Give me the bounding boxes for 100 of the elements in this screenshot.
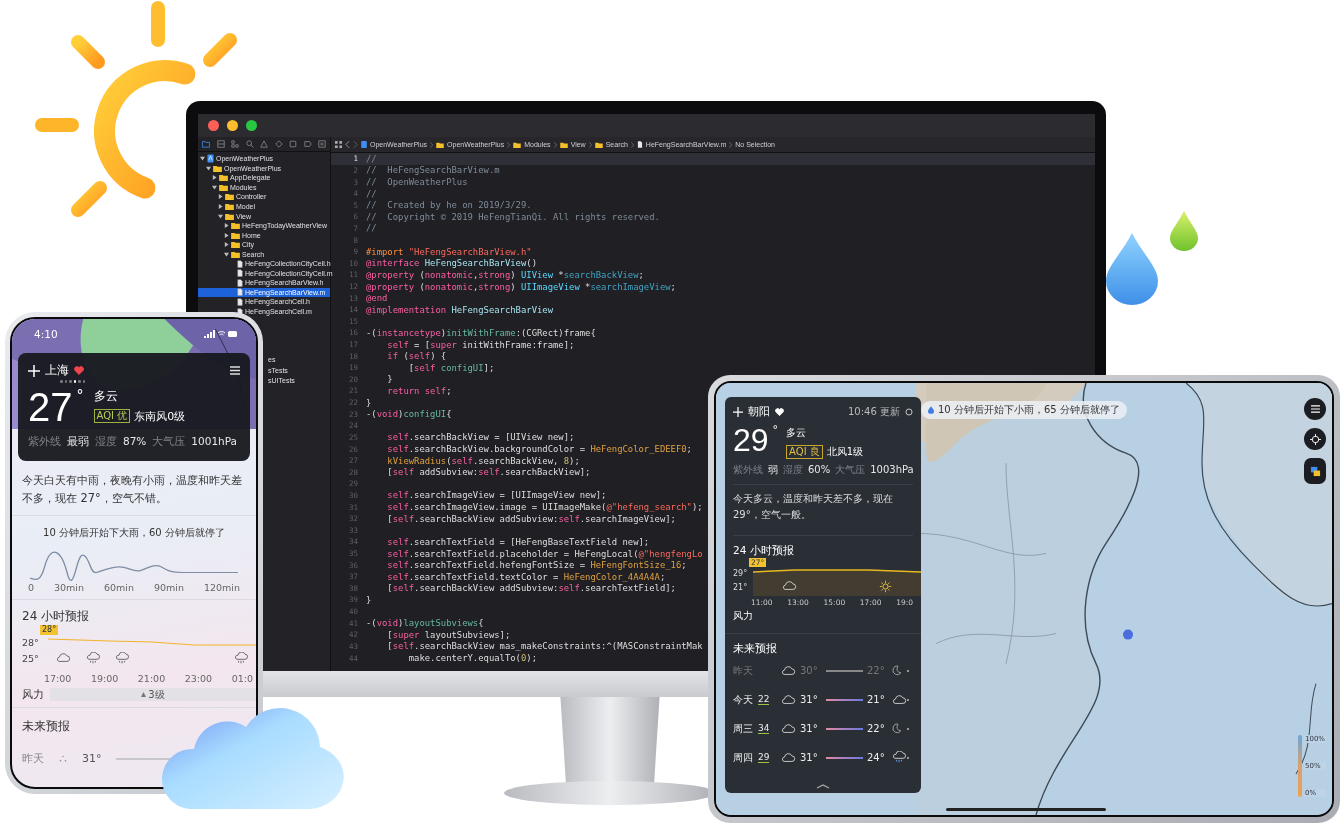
folder-icon — [513, 141, 522, 148]
city-name[interactable]: 上海 — [45, 362, 69, 379]
test-tab-icon[interactable] — [274, 140, 283, 148]
wind-label: 风力 — [733, 609, 754, 623]
city-name[interactable]: 朝阳 — [748, 405, 770, 419]
page-dot[interactable] — [60, 380, 63, 383]
moon-icon — [891, 723, 902, 734]
project-icon — [361, 141, 367, 148]
section-title: 未来预报 — [22, 718, 71, 735]
disclosure-triangle-icon[interactable] — [224, 223, 229, 229]
disclosure-triangle-icon[interactable] — [218, 204, 223, 209]
chevron-icon — [507, 141, 511, 148]
wind-direction-icon — [141, 692, 147, 697]
add-icon[interactable] — [733, 407, 743, 417]
disclosure-triangle-icon[interactable] — [218, 194, 223, 200]
disclosure-triangle-icon[interactable] — [218, 213, 223, 219]
chevron-icon — [588, 141, 592, 148]
close-button[interactable] — [208, 120, 219, 131]
code-line: // — [366, 153, 377, 164]
forecast-row[interactable]: 周四 29 31° 24° — [733, 743, 913, 772]
disclosure-triangle-icon[interactable] — [200, 156, 205, 162]
page-dot[interactable] — [78, 380, 81, 383]
sun-icon — [878, 580, 892, 593]
stat-label: 紫外线 — [28, 434, 61, 449]
code-line: self.searchImageView = [UIImageView new]; — [386, 490, 607, 501]
temperature: 29 — [733, 422, 769, 458]
code-line: @interface HeFengSearchBarView() — [366, 258, 537, 269]
grid-icon[interactable] — [335, 141, 342, 148]
hour-label: 23:00 — [184, 673, 213, 684]
code-line: [self.searchBackView addSubview:self.searchImageView]; — [386, 513, 676, 524]
update-time: 10:46 更新 — [848, 405, 900, 419]
disclosure-triangle-icon[interactable] — [212, 184, 217, 190]
axis-label: 60min — [103, 582, 134, 593]
code-line: // — [366, 223, 377, 234]
page-dot[interactable] — [64, 380, 67, 383]
disclosure-triangle-icon[interactable] — [206, 165, 211, 171]
code-line: #import "HeFengSearchBarView.h" — [366, 246, 532, 257]
aqi-badge[interactable]: AQI 优 — [93, 409, 131, 423]
refresh-icon[interactable] — [905, 408, 913, 416]
folder-tab-icon[interactable] — [202, 140, 210, 148]
aqi-value: 34 — [758, 723, 770, 734]
code-line: } — [386, 374, 393, 385]
aqi-badge[interactable]: AQI 良 — [786, 445, 823, 459]
stat-value: 弱 — [768, 463, 778, 477]
weather-summary: 今天白天有中雨，夜晚有小雨，温度和昨天差不多，现在 27°，空气不错。 — [12, 461, 256, 516]
cloud-icon — [781, 580, 797, 591]
axis-label: 0 — [28, 582, 35, 593]
stat-label: 湿度 — [95, 434, 117, 449]
search-tab-icon[interactable] — [245, 140, 254, 148]
page-dot[interactable] — [82, 380, 85, 383]
stat-label: 紫外线 — [733, 463, 763, 477]
menu-icon[interactable] — [230, 366, 240, 375]
rain-cloud-icon — [84, 652, 101, 665]
source-tab-icon[interactable] — [216, 140, 225, 148]
disclosure-triangle-icon[interactable] — [224, 232, 229, 238]
rain-cloud-icon — [891, 751, 907, 764]
rain-cloud-icon — [233, 652, 250, 665]
menu-icon — [1310, 405, 1320, 413]
code-line: if (self) { — [386, 351, 447, 362]
warning-tab-icon[interactable] — [260, 140, 268, 148]
stat-value: 60% — [808, 464, 831, 475]
aqi-value: 29 — [758, 752, 770, 763]
section-title: 未来预报 — [733, 642, 778, 656]
layers-button[interactable] — [1304, 458, 1326, 484]
code-line: [super layoutSubviews]; — [386, 629, 511, 640]
chevron-icon — [553, 141, 557, 148]
code-line: // Created by he on 2019/3/29. — [366, 200, 532, 211]
disclosure-triangle-icon[interactable] — [224, 251, 229, 257]
moon-icon — [891, 665, 902, 676]
wind-level: 3级 — [148, 687, 165, 702]
disclosure-triangle-icon[interactable] — [224, 242, 229, 248]
rain-notice[interactable]: 10 分钟后开始下小雨，65 分钟后就停了 — [921, 401, 1127, 419]
forecast-row[interactable]: 今天 22 31° 21° — [733, 685, 913, 714]
zoom-button[interactable] — [246, 120, 257, 131]
axis-label: 29° — [733, 568, 749, 580]
back-icon[interactable] — [345, 141, 350, 148]
add-icon[interactable] — [28, 364, 40, 377]
rain-forecast-note: 10 分钟后开始下大雨，60 分钟后就停了 — [43, 526, 225, 540]
code-line: @end — [366, 293, 388, 304]
page-dot[interactable] — [69, 380, 72, 383]
hour-label: 17:00 — [44, 673, 72, 684]
file-icon — [636, 141, 643, 148]
page-dot[interactable] — [73, 380, 76, 383]
stat-label: 大气压 — [835, 463, 866, 477]
temperature-range-bar — [826, 727, 863, 730]
layers-icon — [1309, 465, 1321, 477]
day-label: 昨天 — [22, 751, 44, 766]
code-line: [self.searchBackView mas_makeConstraints:^(MASConstraintMak — [386, 641, 703, 652]
temperature-range-bar — [826, 756, 863, 759]
code-line: [self addSubview:self.searchBackView]; — [386, 467, 591, 478]
debug-tab-icon[interactable] — [289, 140, 297, 148]
forecast-row[interactable]: 周三 34 31° 22° — [733, 714, 913, 743]
symbols-tab-icon[interactable] — [231, 140, 239, 148]
disclosure-triangle-icon[interactable] — [212, 175, 217, 181]
sun-ray — [35, 118, 79, 132]
drag-handle-icon[interactable] — [816, 784, 830, 789]
breakpoint-tab-icon[interactable] — [303, 140, 312, 148]
minimize-button[interactable] — [227, 120, 238, 131]
project-icon — [207, 154, 214, 164]
axis-label: 25° — [22, 652, 40, 666]
